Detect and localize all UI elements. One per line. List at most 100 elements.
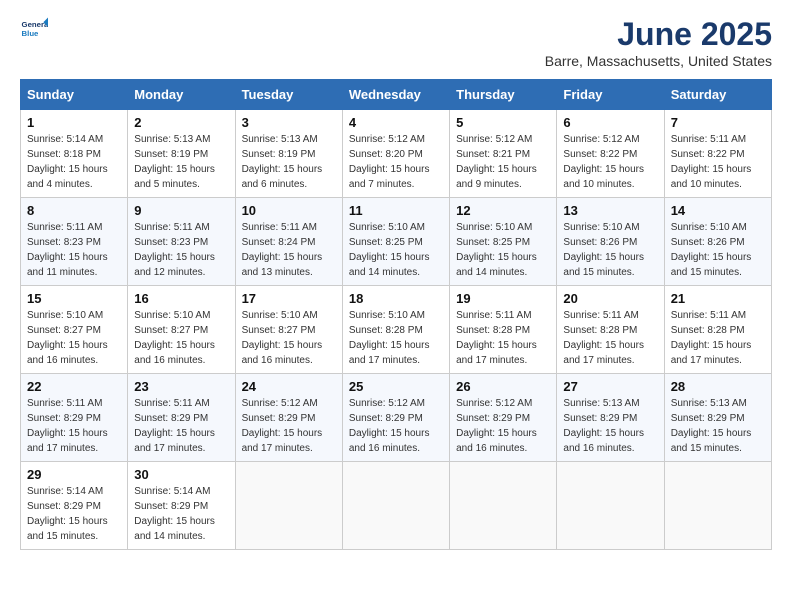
calendar-week-row: 8 Sunrise: 5:11 AMSunset: 8:23 PMDaylight… <box>21 198 772 286</box>
header-day-monday: Monday <box>128 80 235 110</box>
day-number: 9 <box>134 203 228 218</box>
day-detail: Sunrise: 5:10 AMSunset: 8:27 PMDaylight:… <box>242 308 336 368</box>
day-number: 2 <box>134 115 228 130</box>
day-number: 4 <box>349 115 443 130</box>
day-detail: Sunrise: 5:10 AMSunset: 8:26 PMDaylight:… <box>671 220 765 280</box>
day-number: 6 <box>563 115 657 130</box>
calendar-week-row: 29 Sunrise: 5:14 AMSunset: 8:29 PMDayligh… <box>21 462 772 550</box>
calendar-cell: 26 Sunrise: 5:12 AMSunset: 8:29 PMDayligh… <box>450 374 557 462</box>
day-detail: Sunrise: 5:11 AMSunset: 8:29 PMDaylight:… <box>27 396 121 456</box>
calendar-cell: 14 Sunrise: 5:10 AMSunset: 8:26 PMDayligh… <box>664 198 771 286</box>
calendar-cell: 29 Sunrise: 5:14 AMSunset: 8:29 PMDayligh… <box>21 462 128 550</box>
day-number: 26 <box>456 379 550 394</box>
day-detail: Sunrise: 5:11 AMSunset: 8:28 PMDaylight:… <box>563 308 657 368</box>
day-detail: Sunrise: 5:11 AMSunset: 8:28 PMDaylight:… <box>671 308 765 368</box>
logo: General Blue <box>20 16 48 44</box>
calendar-cell: 13 Sunrise: 5:10 AMSunset: 8:26 PMDayligh… <box>557 198 664 286</box>
calendar-cell: 12Sunrise: 5:10 AMSunset: 8:25 PMDayligh… <box>450 198 557 286</box>
header-day-tuesday: Tuesday <box>235 80 342 110</box>
calendar-cell: 27Sunrise: 5:13 AMSunset: 8:29 PMDayligh… <box>557 374 664 462</box>
calendar-week-row: 1Sunrise: 5:14 AMSunset: 8:18 PMDaylight… <box>21 110 772 198</box>
calendar-week-row: 15 Sunrise: 5:10 AMSunset: 8:27 PMDayligh… <box>21 286 772 374</box>
title-area: June 2025 Barre, Massachusetts, United S… <box>545 16 772 69</box>
calendar-cell: 16Sunrise: 5:10 AMSunset: 8:27 PMDayligh… <box>128 286 235 374</box>
subtitle: Barre, Massachusetts, United States <box>545 53 772 69</box>
calendar-cell-empty <box>235 462 342 550</box>
day-detail: Sunrise: 5:10 AMSunset: 8:25 PMDaylight:… <box>456 220 550 280</box>
day-number: 20 <box>563 291 657 306</box>
calendar-cell: 21 Sunrise: 5:11 AMSunset: 8:28 PMDayligh… <box>664 286 771 374</box>
day-detail: Sunrise: 5:13 AMSunset: 8:19 PMDaylight:… <box>242 132 336 192</box>
header-day-sunday: Sunday <box>21 80 128 110</box>
day-detail: Sunrise: 5:12 AMSunset: 8:22 PMDaylight:… <box>563 132 657 192</box>
day-detail: Sunrise: 5:14 AMSunset: 8:29 PMDaylight:… <box>27 484 121 544</box>
day-number: 28 <box>671 379 765 394</box>
calendar-cell: 24Sunrise: 5:12 AMSunset: 8:29 PMDayligh… <box>235 374 342 462</box>
calendar-cell: 3 Sunrise: 5:13 AMSunset: 8:19 PMDaylight… <box>235 110 342 198</box>
calendar-cell: 30 Sunrise: 5:14 AMSunset: 8:29 PMDayligh… <box>128 462 235 550</box>
header-day-friday: Friday <box>557 80 664 110</box>
calendar-cell: 9Sunrise: 5:11 AMSunset: 8:23 PMDaylight… <box>128 198 235 286</box>
day-detail: Sunrise: 5:11 AMSunset: 8:24 PMDaylight:… <box>242 220 336 280</box>
day-number: 30 <box>134 467 228 482</box>
calendar-cell: 18 Sunrise: 5:10 AMSunset: 8:28 PMDayligh… <box>342 286 449 374</box>
day-detail: Sunrise: 5:11 AMSunset: 8:23 PMDaylight:… <box>27 220 121 280</box>
day-number: 19 <box>456 291 550 306</box>
day-detail: Sunrise: 5:12 AMSunset: 8:29 PMDaylight:… <box>456 396 550 456</box>
day-detail: Sunrise: 5:14 AMSunset: 8:29 PMDaylight:… <box>134 484 228 544</box>
calendar-cell: 15 Sunrise: 5:10 AMSunset: 8:27 PMDayligh… <box>21 286 128 374</box>
day-detail: Sunrise: 5:10 AMSunset: 8:28 PMDaylight:… <box>349 308 443 368</box>
day-detail: Sunrise: 5:13 AMSunset: 8:29 PMDaylight:… <box>563 396 657 456</box>
calendar-cell: 2 Sunrise: 5:13 AMSunset: 8:19 PMDaylight… <box>128 110 235 198</box>
day-number: 11 <box>349 203 443 218</box>
day-detail: Sunrise: 5:11 AMSunset: 8:29 PMDaylight:… <box>134 396 228 456</box>
day-detail: Sunrise: 5:12 AMSunset: 8:20 PMDaylight:… <box>349 132 443 192</box>
day-number: 5 <box>456 115 550 130</box>
day-number: 8 <box>27 203 121 218</box>
calendar-cell: 23 Sunrise: 5:11 AMSunset: 8:29 PMDayligh… <box>128 374 235 462</box>
day-detail: Sunrise: 5:12 AMSunset: 8:21 PMDaylight:… <box>456 132 550 192</box>
day-number: 23 <box>134 379 228 394</box>
calendar-cell-empty <box>557 462 664 550</box>
day-detail: Sunrise: 5:10 AMSunset: 8:26 PMDaylight:… <box>563 220 657 280</box>
calendar-cell: 25 Sunrise: 5:12 AMSunset: 8:29 PMDayligh… <box>342 374 449 462</box>
calendar-cell: 11Sunrise: 5:10 AMSunset: 8:25 PMDayligh… <box>342 198 449 286</box>
day-detail: Sunrise: 5:12 AMSunset: 8:29 PMDaylight:… <box>349 396 443 456</box>
day-number: 29 <box>27 467 121 482</box>
day-number: 25 <box>349 379 443 394</box>
calendar-cell: 7 Sunrise: 5:11 AMSunset: 8:22 PMDaylight… <box>664 110 771 198</box>
calendar-cell: 22 Sunrise: 5:11 AMSunset: 8:29 PMDayligh… <box>21 374 128 462</box>
calendar-cell: 1Sunrise: 5:14 AMSunset: 8:18 PMDaylight… <box>21 110 128 198</box>
day-number: 13 <box>563 203 657 218</box>
calendar-week-row: 22 Sunrise: 5:11 AMSunset: 8:29 PMDayligh… <box>21 374 772 462</box>
day-number: 15 <box>27 291 121 306</box>
day-number: 21 <box>671 291 765 306</box>
day-detail: Sunrise: 5:11 AMSunset: 8:22 PMDaylight:… <box>671 132 765 192</box>
main-title: June 2025 <box>545 16 772 53</box>
day-number: 18 <box>349 291 443 306</box>
day-number: 17 <box>242 291 336 306</box>
header-day-thursday: Thursday <box>450 80 557 110</box>
day-number: 7 <box>671 115 765 130</box>
day-number: 22 <box>27 379 121 394</box>
calendar-cell: 17 Sunrise: 5:10 AMSunset: 8:27 PMDayligh… <box>235 286 342 374</box>
day-detail: Sunrise: 5:10 AMSunset: 8:27 PMDaylight:… <box>134 308 228 368</box>
day-number: 24 <box>242 379 336 394</box>
day-detail: Sunrise: 5:13 AMSunset: 8:19 PMDaylight:… <box>134 132 228 192</box>
calendar-cell: 19Sunrise: 5:11 AMSunset: 8:28 PMDayligh… <box>450 286 557 374</box>
calendar-cell-empty <box>450 462 557 550</box>
calendar-cell: 28 Sunrise: 5:13 AMSunset: 8:29 PMDayligh… <box>664 374 771 462</box>
day-number: 14 <box>671 203 765 218</box>
day-detail: Sunrise: 5:13 AMSunset: 8:29 PMDaylight:… <box>671 396 765 456</box>
calendar-cell: 20 Sunrise: 5:11 AMSunset: 8:28 PMDayligh… <box>557 286 664 374</box>
header-day-saturday: Saturday <box>664 80 771 110</box>
day-detail: Sunrise: 5:10 AMSunset: 8:27 PMDaylight:… <box>27 308 121 368</box>
calendar-cell-empty <box>664 462 771 550</box>
svg-text:General: General <box>22 20 48 29</box>
header: General Blue June 2025 Barre, Massachuse… <box>20 16 772 69</box>
day-number: 3 <box>242 115 336 130</box>
logo-icon: General Blue <box>20 16 48 44</box>
calendar-cell: 5 Sunrise: 5:12 AMSunset: 8:21 PMDaylight… <box>450 110 557 198</box>
calendar-table: SundayMondayTuesdayWednesdayThursdayFrid… <box>20 79 772 550</box>
header-day-wednesday: Wednesday <box>342 80 449 110</box>
